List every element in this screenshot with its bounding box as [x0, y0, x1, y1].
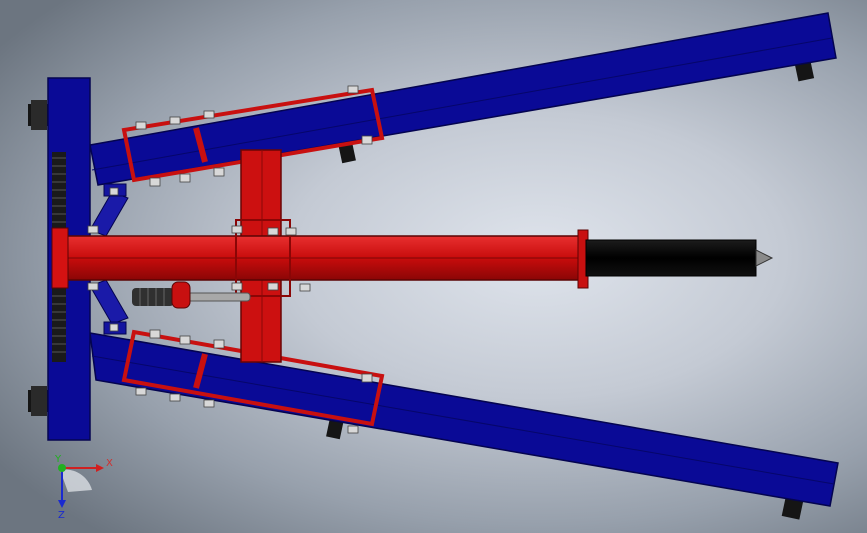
axis-triad: X Y Z	[54, 454, 113, 521]
x-axis-arrow	[96, 464, 104, 472]
cad-graphics-area[interactable]: X Y Z	[0, 0, 867, 533]
x-axis-label: X	[106, 458, 113, 469]
tube-rear-flange	[51, 227, 69, 289]
y-axis-label: Y	[54, 454, 62, 465]
z-axis-label: Z	[58, 510, 65, 521]
z-axis-arrow	[58, 500, 66, 508]
caster-top-left	[28, 100, 50, 130]
hydraulic-cylinder[interactable]	[585, 239, 757, 277]
triad-backplate	[60, 469, 92, 492]
assembly-model[interactable]	[0, 0, 867, 533]
y-axis-dot	[58, 464, 66, 472]
caster-bottom-left	[28, 386, 50, 416]
lower-arm-edge	[91, 355, 835, 485]
cylinder-tip	[755, 249, 774, 267]
